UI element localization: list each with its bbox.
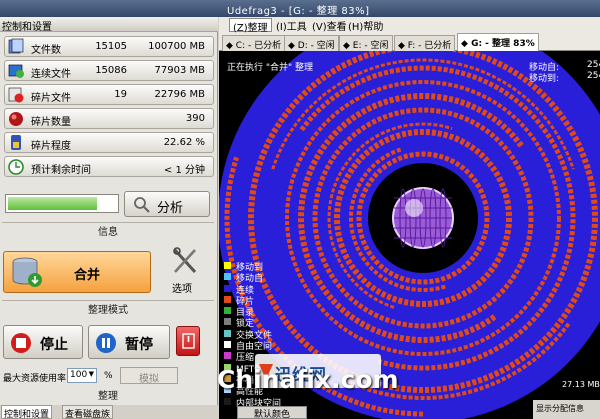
stat-label: 碎片程度 bbox=[31, 141, 71, 152]
control-panel: 控制和设置 文件数 15105 100700 MB 连续文件 15086 779… bbox=[0, 17, 218, 419]
pause-icon bbox=[96, 333, 116, 353]
status-text: 正在执行 "合并" 整理 bbox=[227, 63, 314, 73]
file-count-icon bbox=[8, 38, 24, 54]
power-button[interactable] bbox=[176, 326, 200, 356]
move-to-label: 移动到: bbox=[529, 74, 560, 84]
tab-drive-c[interactable]: ◆ C: - 已分析 bbox=[222, 35, 286, 51]
tab-drive-d[interactable]: ◆ D: - 空闲 bbox=[284, 35, 339, 51]
fragment-level-icon bbox=[11, 135, 21, 150]
defrag-section-label: 整理 bbox=[98, 391, 118, 402]
stat-size: 22796 MB bbox=[154, 89, 205, 100]
info-section-label: 信息 bbox=[2, 222, 214, 238]
tab-drive-g[interactable]: ◆ G: - 整理 83% bbox=[457, 33, 539, 51]
stat-size: 77903 MB bbox=[154, 65, 205, 76]
stat-size: 100700 MB bbox=[148, 41, 205, 52]
stat-count: 15086 bbox=[95, 65, 127, 76]
clock-icon bbox=[8, 159, 24, 175]
menu-defrag[interactable]: (Z)整理 bbox=[229, 18, 272, 34]
options-label: 选项 bbox=[172, 284, 192, 295]
legend-item: 移动自 bbox=[224, 271, 304, 284]
title-bar: Udefrag3 - [G: - 整理 83%] bbox=[0, 0, 600, 17]
magnifier-icon bbox=[134, 197, 150, 213]
pause-label: 暂停 bbox=[125, 337, 153, 353]
chevron-down-icon: ▼ bbox=[88, 370, 94, 378]
stat-label: 碎片数量 bbox=[31, 117, 71, 128]
legend-item: 碎片 bbox=[224, 294, 304, 307]
percent-label: % bbox=[104, 371, 113, 381]
tab-drive-f[interactable]: ◆ F: - 已分析 bbox=[394, 35, 456, 51]
legend-swatch bbox=[224, 273, 231, 281]
footer-size: 27.13 MB bbox=[562, 380, 600, 389]
stat-contiguous-files: 连续文件 15086 77903 MB bbox=[4, 60, 214, 81]
move-from-value: 254 bbox=[587, 60, 600, 70]
legend-swatch bbox=[224, 284, 231, 292]
legend-item: 目录 bbox=[224, 305, 304, 318]
tab-disk-cluster-view[interactable]: 查看磁盘族 bbox=[62, 405, 114, 419]
legend-swatch bbox=[224, 318, 231, 326]
bottom-tab-bar: 控制和设置 查看磁盘族 bbox=[0, 405, 218, 419]
stat-label: 连续文件 bbox=[31, 69, 71, 80]
stat-value: 390 bbox=[185, 113, 205, 124]
merge-label: 合并 bbox=[74, 268, 101, 283]
stop-button[interactable]: 停止 bbox=[3, 325, 83, 359]
legend-item: 锁定 bbox=[224, 316, 304, 329]
stat-fragment-count: 碎片数量 390 bbox=[4, 108, 214, 129]
mode-section-label: 整理模式 bbox=[2, 300, 214, 316]
stat-fragmented-files: 碎片文件 19 22796 MB bbox=[4, 84, 214, 105]
legend-item: 交换文件 bbox=[224, 328, 304, 341]
stat-value: < 1 分钟 bbox=[163, 165, 205, 176]
stop-icon bbox=[11, 333, 31, 353]
menu-view[interactable]: (V)查看 bbox=[309, 18, 350, 33]
watermark-en: Chinafix.com bbox=[217, 365, 399, 394]
default-color-button[interactable]: 默认颜色 bbox=[237, 406, 307, 419]
max-resource-select[interactable]: 100 ▼ bbox=[67, 368, 97, 383]
stop-label: 停止 bbox=[40, 337, 68, 353]
allocation-info-button[interactable]: 显示分配信息 bbox=[533, 400, 600, 419]
options-button[interactable]: 选项 bbox=[162, 247, 208, 299]
move-to-value: 254 bbox=[587, 71, 600, 81]
legend-item: 连续 bbox=[224, 283, 304, 296]
stat-label: 碎片文件 bbox=[31, 93, 71, 104]
progress-bar bbox=[5, 194, 119, 213]
globe-highlight bbox=[405, 199, 423, 217]
analyze-button[interactable]: 分析 bbox=[124, 191, 210, 217]
control-panel-header: 控制和设置 bbox=[0, 17, 218, 33]
tab-drive-e[interactable]: ◆ E: - 空闲 bbox=[339, 35, 393, 51]
pause-button[interactable]: 暂停 bbox=[88, 325, 170, 359]
legend-item: 自由空间 bbox=[224, 339, 304, 352]
stat-fragment-level: 碎片程度 22.62 % bbox=[4, 132, 214, 153]
stat-time-remaining: 预计剩余时间 < 1 分钟 bbox=[4, 156, 214, 177]
legend-item: 移动到 bbox=[224, 260, 304, 273]
wrench-screwdriver-icon bbox=[173, 247, 197, 274]
menu-tools[interactable]: (I)工具 bbox=[273, 18, 310, 33]
drive-tabs: ◆ C: - 已分析 ◆ D: - 空闲 ◆ E: - 空闲 ◆ F: - 已分… bbox=[219, 33, 600, 51]
stat-count: 15105 bbox=[95, 41, 127, 52]
merge-button[interactable]: 合并 bbox=[3, 251, 151, 293]
tab-control-settings[interactable]: 控制和设置 bbox=[1, 405, 53, 419]
stat-count: 19 bbox=[114, 89, 127, 100]
menu-help[interactable]: (H)帮助 bbox=[345, 18, 386, 33]
contiguous-files-icon bbox=[8, 64, 24, 78]
legend-swatch bbox=[224, 352, 231, 360]
analyze-label: 分析 bbox=[157, 201, 184, 216]
power-icon bbox=[182, 333, 195, 349]
stat-label: 文件数 bbox=[31, 45, 61, 56]
progress-fill bbox=[8, 197, 97, 210]
simulate-button[interactable]: 模拟 bbox=[120, 367, 178, 385]
legend-swatch bbox=[224, 262, 231, 269]
legend-swatch bbox=[224, 341, 231, 349]
stat-label: 预计剩余时间 bbox=[31, 165, 91, 176]
max-resource-value: 100 bbox=[70, 370, 88, 380]
menu-bar: (Z)整理 (I)工具 (V)查看 (H)帮助 bbox=[219, 17, 600, 34]
stat-file-count: 文件数 15105 100700 MB bbox=[4, 36, 214, 57]
legend-swatch bbox=[224, 295, 231, 303]
stat-value: 22.62 % bbox=[163, 137, 205, 148]
window-title: Udefrag3 - [G: - 整理 83%] bbox=[227, 6, 370, 17]
max-resource-label: 最大资源使用率 bbox=[3, 374, 67, 384]
database-icon bbox=[12, 257, 42, 287]
legend-swatch bbox=[224, 307, 231, 315]
legend-swatch bbox=[224, 329, 231, 337]
fragmented-files-icon bbox=[8, 87, 24, 103]
fragment-count-icon bbox=[9, 112, 23, 126]
